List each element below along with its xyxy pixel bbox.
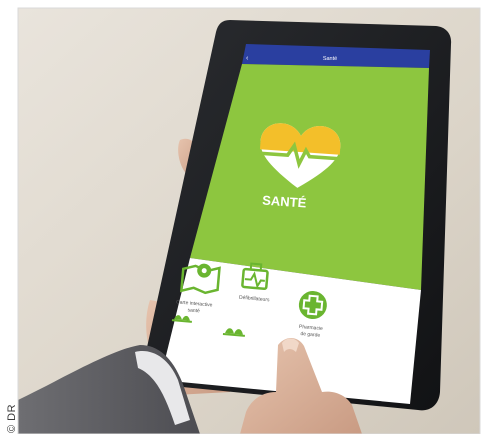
- photo-credit: © DR: [6, 403, 18, 433]
- menu-label-line2: santé: [187, 307, 200, 314]
- tablet-photo: ‹ Santé SANTÉ Carte interactive santé Dé…: [17, 7, 481, 434]
- app-title: Santé: [323, 56, 337, 62]
- hero-heading: SANTÉ: [262, 192, 307, 210]
